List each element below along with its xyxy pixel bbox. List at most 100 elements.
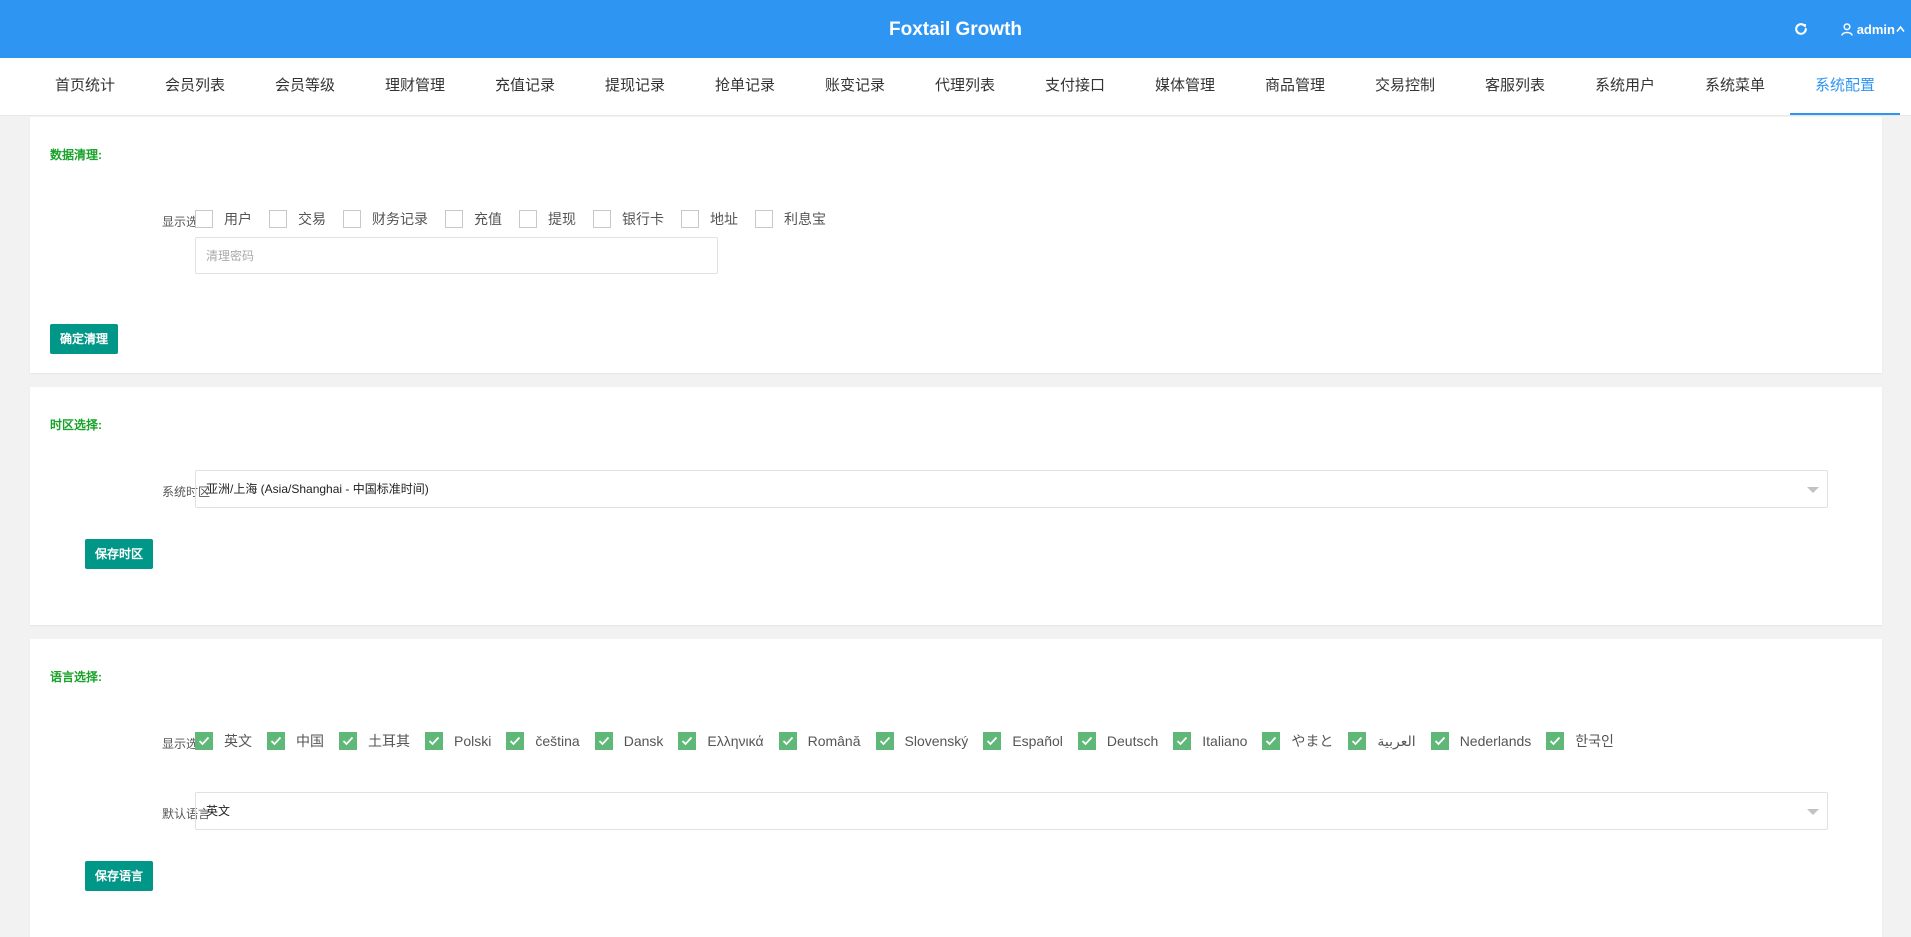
checkbox-empty-icon [445,210,463,228]
checkbox-option[interactable]: Italiano [1173,732,1247,750]
language-options: 英文 中国 土耳其 Polski čeština Dansk Ελληνικά Română S… [195,731,1629,751]
nav-tab[interactable]: 充值记录 [470,58,580,115]
timezone-panel: 时区选择: 系统时区 亚洲/上海 (Asia/Shanghai - 中国标准时间… [30,387,1882,625]
checkbox-option[interactable]: čeština [506,732,580,750]
checkbox-option[interactable]: العربية [1348,732,1416,750]
checkbox-option[interactable]: Polski [425,732,491,750]
nav-tab[interactable]: 交易控制 [1350,58,1460,115]
checkbox-label: Español [1012,733,1063,749]
dropdown-arrow-icon [1807,809,1819,815]
checkbox-option[interactable]: Dansk [594,732,664,750]
checkbox-checked-icon [1430,732,1449,750]
confirm-clean-button[interactable]: 确定清理 [50,324,119,354]
checkbox-label: Polski [454,733,492,749]
clean-password-input[interactable] [195,237,718,274]
checkbox-label: 交易 [298,211,326,227]
checkbox-label: やまと [1291,733,1334,749]
admin-user-menu[interactable]: admin [1840,21,1905,37]
checkbox-option[interactable]: Ελληνικά [678,732,764,750]
checkbox-checked-icon [425,732,443,750]
checkbox-option[interactable]: 英文 [195,731,252,751]
checkbox-checked-icon [195,732,213,750]
checkbox-label: Slovenský [904,733,969,749]
checkbox-label: Italiano [1202,733,1248,749]
nav-tab[interactable]: 支付接口 [1020,58,1130,115]
checkbox-label: Nederlands [1459,733,1532,749]
nav-tab[interactable]: 媒体管理 [1130,58,1240,115]
timezone-select[interactable]: 亚洲/上海 (Asia/Shanghai - 中国标准时间) [195,470,1828,508]
checkbox-option[interactable]: Español [983,732,1063,750]
checkbox-checked-icon [983,732,1002,750]
checkbox-option[interactable]: Slovenský [875,732,969,750]
nav-tab[interactable]: 抢单记录 [690,58,800,115]
nav-tab[interactable]: 系统用户 [1570,58,1680,115]
checkbox-checked-icon [875,732,894,750]
checkbox-checked-icon [506,732,525,750]
checkbox-label: čeština [535,733,580,749]
nav-tab[interactable]: 会员等级 [250,58,360,115]
top-header: Foxtail Growth admin [0,0,1911,58]
checkbox-label: Dansk [623,733,664,749]
checkbox-checked-icon [339,732,357,750]
checkbox-label: 地址 [710,211,738,227]
default-language-select[interactable]: 英文 [195,792,1828,830]
data-clean-title: 数据清理: [50,148,102,162]
checkbox-option[interactable]: 银行卡 [593,209,664,229]
save-language-button[interactable]: 保存语言 [85,861,154,891]
checkbox-checked-icon [1262,732,1281,750]
nav-tab[interactable]: 商品管理 [1240,58,1350,115]
nav-tab[interactable]: 代理列表 [910,58,1020,115]
app-title: Foxtail Growth [889,19,1022,40]
checkbox-label: 土耳其 [368,733,410,749]
dropdown-arrow-icon [1807,487,1819,493]
checkbox-label: Ελληνικά [707,733,764,749]
nav-tab[interactable]: 系统菜单 [1680,58,1790,115]
checkbox-label: Deutsch [1106,733,1159,749]
save-timezone-button[interactable]: 保存时区 [85,539,154,569]
nav-tab[interactable]: 客服列表 [1460,58,1570,115]
checkbox-label: Română [807,733,861,749]
checkbox-option[interactable]: 土耳其 [339,731,410,751]
checkbox-option[interactable]: 提现 [519,209,576,229]
checkbox-option[interactable]: 充值 [445,209,502,229]
nav-tab[interactable]: 首页统计 [30,58,140,115]
data-clean-options: 用户 交易 财务记录 充值 提现 银行卡 地址 利息宝 [195,209,843,229]
nav-tab[interactable]: 账变记录 [800,58,910,115]
checkbox-label: 한국인 [1575,733,1614,749]
checkbox-checked-icon [1077,732,1096,750]
checkbox-option[interactable]: 한국인 [1546,731,1614,751]
main-nav: 首页统计 会员列表 会员等级 理财管理 充值记录 提现记录 抢单记录 账变记录 代理列表 支付接口… [0,58,1911,116]
checkbox-option[interactable]: 地址 [681,209,738,229]
checkbox-checked-icon [778,732,797,750]
nav-tabs: 首页统计 会员列表 会员等级 理财管理 充值记录 提现记录 抢单记录 账变记录 代理列表 支付接口… [0,58,1911,115]
checkbox-empty-icon [269,210,287,228]
language-title: 语言选择: [50,670,102,684]
checkbox-option[interactable]: Nederlands [1430,732,1532,750]
user-icon [1840,22,1853,36]
checkbox-checked-icon [594,732,613,750]
header-actions: admin [1791,0,1905,58]
nav-tab[interactable]: 会员列表 [140,58,250,115]
checkbox-option[interactable]: 用户 [195,209,252,229]
checkbox-option[interactable]: Română [778,732,861,750]
checkbox-option[interactable]: やまと [1262,731,1333,751]
nav-tab[interactable]: 理财管理 [360,58,470,115]
nav-tab[interactable]: 系统配置 [1790,58,1900,115]
checkbox-label: العربية [1377,732,1416,749]
default-language-value: 英文 [206,804,231,818]
checkbox-empty-icon [343,210,361,228]
checkbox-option[interactable]: 中国 [267,731,324,751]
checkbox-empty-icon [519,210,537,228]
admin-username: admin [1856,21,1895,37]
checkbox-empty-icon [681,210,699,228]
checkbox-option[interactable]: 财务记录 [343,209,428,229]
checkbox-label: 提现 [548,211,576,227]
checkbox-option[interactable]: 利息宝 [755,209,826,229]
language-panel: 语言选择: 显示选项 英文 中国 土耳其 Polski čeština Dansk Ελλη… [30,639,1882,937]
checkbox-checked-icon [267,732,285,750]
checkbox-option[interactable]: 交易 [269,209,326,229]
checkbox-option[interactable]: Deutsch [1077,732,1159,750]
checkbox-label: 中国 [296,733,324,749]
refresh-icon[interactable] [1791,19,1811,39]
nav-tab[interactable]: 提现记录 [580,58,690,115]
